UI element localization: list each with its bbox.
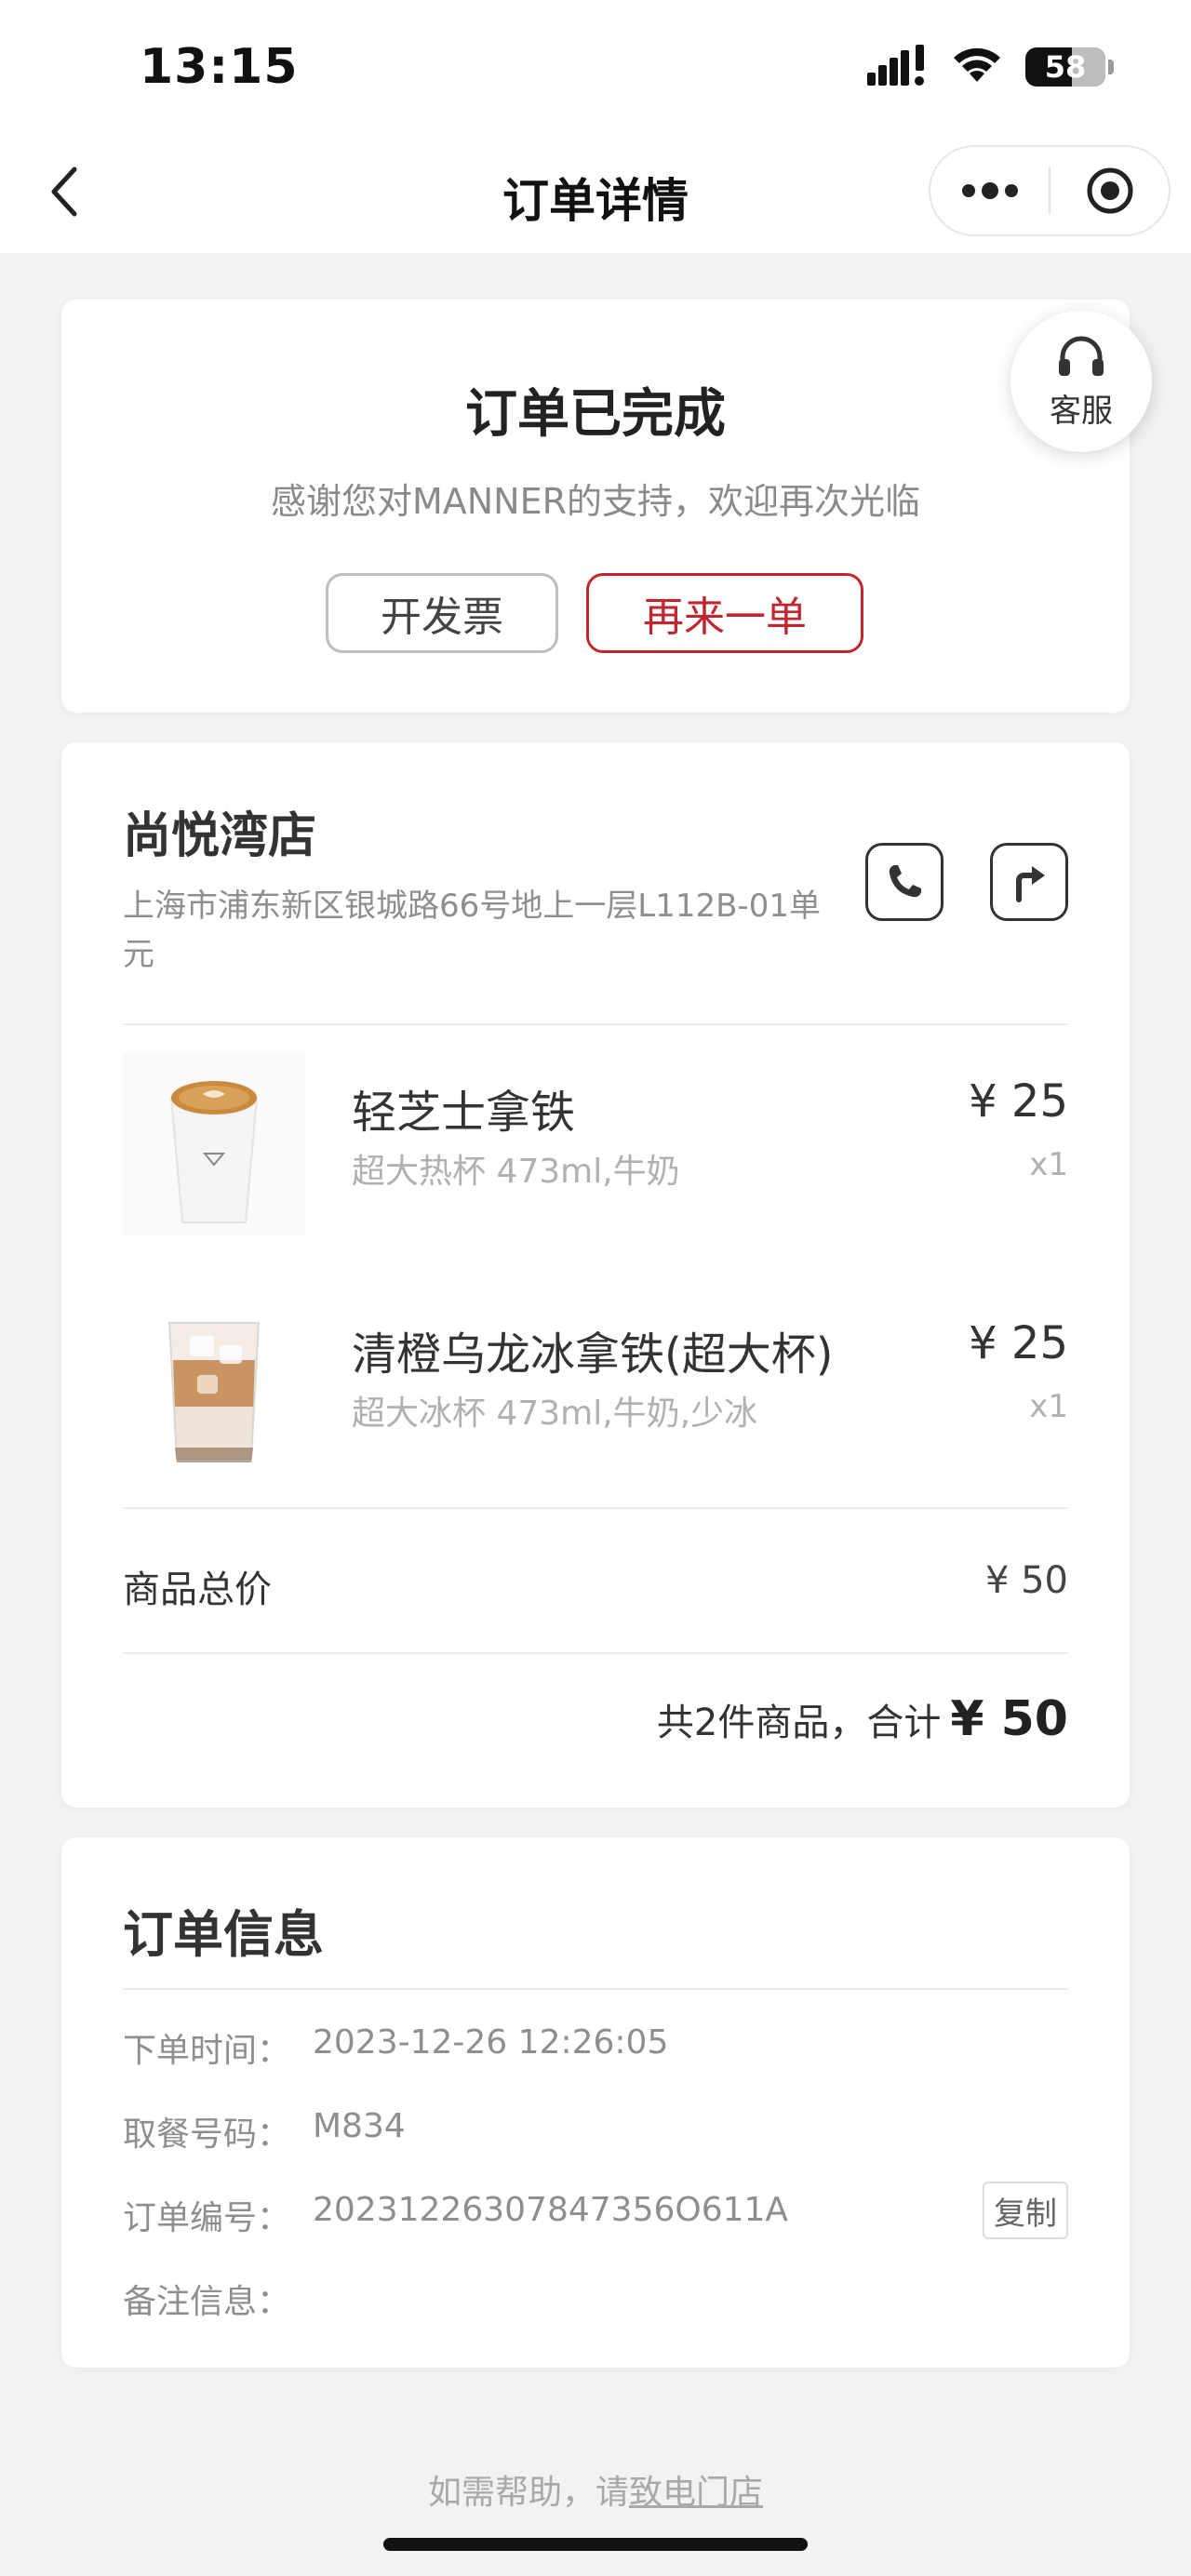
order-total: 共2件商品，合计 ¥ 50 (657, 1691, 1068, 1747)
copy-order-number-button[interactable]: 复制 (983, 2182, 1068, 2239)
status-time: 13:15 (140, 39, 299, 95)
pickup-number-label: 取餐号码： (123, 2116, 291, 2154)
order-time-value: 2023-12-26 12:26:05 (313, 2023, 669, 2062)
customer-service-label: 客服 (1050, 392, 1113, 430)
close-miniapp-button[interactable] (1050, 147, 1169, 234)
divider (123, 1023, 1068, 1025)
total-amount: ¥ 50 (950, 1691, 1068, 1747)
wifi-icon (949, 45, 1005, 89)
subtotal-label: 商品总价 (123, 1568, 272, 1611)
more-dots-icon (961, 182, 1018, 199)
store-name: 尚悦湾店 (123, 808, 317, 864)
order-detail-page: 13:15 58 订单详情 订单已完成 感谢您对MANNER的支持，欢迎再次光临… (0, 0, 1191, 2576)
reorder-button[interactable]: 再来一单 (586, 573, 863, 653)
pickup-number-value: M834 (313, 2107, 406, 2145)
item-qty: x1 (1029, 1388, 1068, 1425)
order-number-label: 订单编号： (123, 2199, 291, 2237)
home-indicator (383, 2538, 808, 2551)
customer-service-button[interactable]: 客服 (1010, 311, 1152, 452)
order-status-title: 订单已完成 (465, 384, 726, 445)
store-address: 上海市浦东新区银城路66号地上一层L112B-01单元 (123, 888, 821, 973)
status-icons: 58 (867, 45, 1114, 89)
item-name: 轻芝士拿铁 (352, 1087, 576, 1139)
battery-level: 58 (1044, 49, 1087, 85)
call-store-link[interactable]: 致电门店 (629, 2474, 763, 2512)
help-prefix: 如需帮助，请 (427, 2474, 629, 2512)
subtotal-value: ¥ 50 (984, 1559, 1068, 1602)
divider (123, 1507, 1068, 1509)
divider (123, 1988, 1068, 1990)
help-text: 如需帮助，请致电门店 (0, 2465, 1191, 2514)
navigate-button[interactable] (990, 843, 1068, 921)
item-image-hot-latte (123, 1053, 305, 1235)
item-price: ¥ 25 (969, 1075, 1068, 1128)
item-price: ¥ 25 (969, 1317, 1068, 1369)
invoice-button[interactable]: 开发票 (326, 573, 558, 653)
order-status-card: 订单已完成 感谢您对MANNER的支持，欢迎再次光临 开发票 再来一单 (61, 300, 1130, 713)
phone-icon (889, 865, 921, 898)
order-status-subtitle: 感谢您对MANNER的支持，欢迎再次光临 (270, 481, 921, 522)
order-info-card: 订单信息 下单时间： 2023-12-26 12:26:05 取餐号码： M83… (61, 1837, 1130, 2368)
item-image-iced-latte (123, 1295, 305, 1477)
battery-icon: 58 (1025, 47, 1114, 87)
item-name: 清橙乌龙冰拿铁(超大杯) (352, 1328, 834, 1381)
call-store-button[interactable] (865, 843, 943, 921)
item-qty: x1 (1029, 1146, 1068, 1183)
item-spec: 超大热杯 473ml,牛奶 (352, 1153, 680, 1191)
order-time-label: 下单时间： (123, 2032, 291, 2070)
top-bar: 13:15 58 订单详情 (0, 0, 1191, 253)
item-spec: 超大冰杯 473ml,牛奶,少冰 (352, 1395, 758, 1433)
order-info-title: 订单信息 (123, 1905, 324, 1964)
cellular-signal-icon (867, 45, 929, 89)
more-button[interactable] (930, 147, 1049, 234)
remarks-label: 备注信息： (123, 2283, 291, 2321)
divider (123, 1652, 1068, 1654)
miniapp-capsule (929, 145, 1171, 236)
directions-icon (1016, 866, 1045, 902)
headset-icon (1059, 336, 1104, 376)
store-order-card: 尚悦湾店 上海市浦东新区银城路66号地上一层L112B-01单元 轻芝士拿铁 超… (61, 742, 1130, 1808)
total-text: 共2件商品，合计 (656, 1702, 942, 1744)
order-number-value: 20231226307847356O611A (313, 2191, 789, 2229)
target-close-icon (1087, 167, 1132, 214)
